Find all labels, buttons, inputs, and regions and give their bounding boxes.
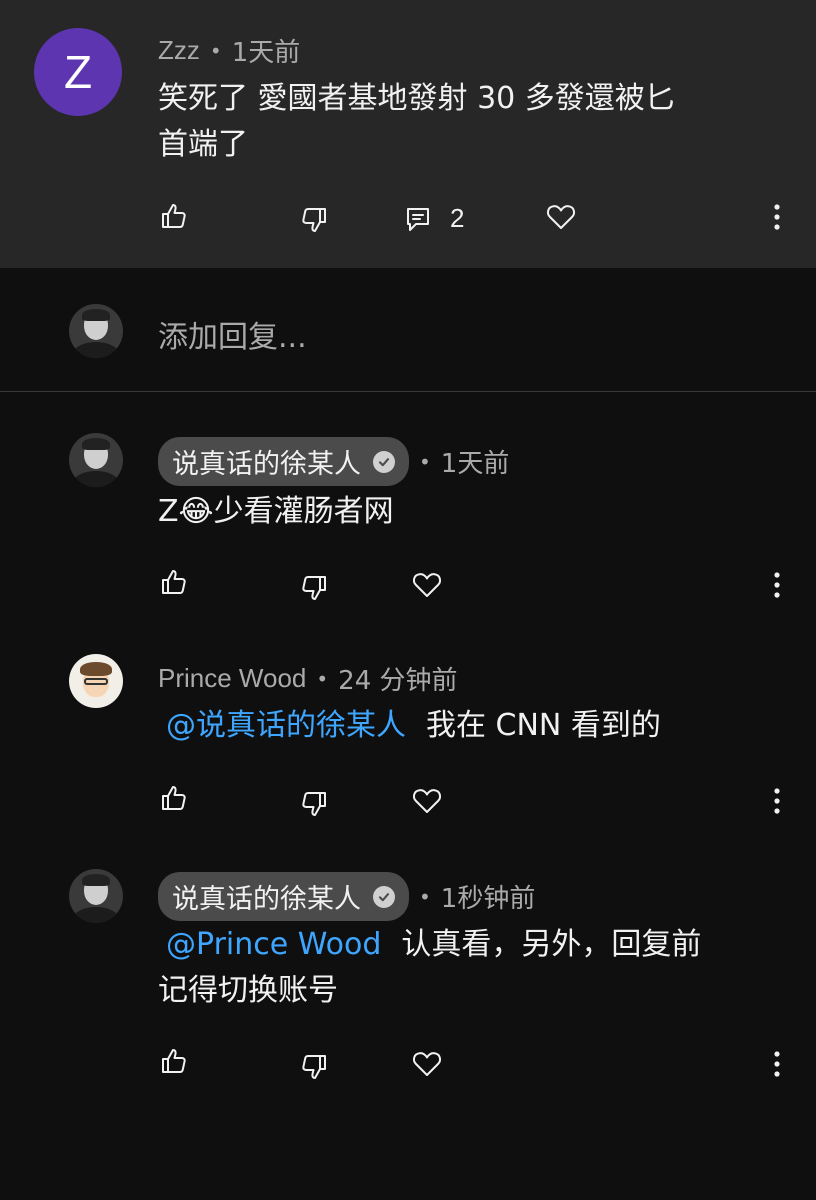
mention-link[interactable]: @说真话的徐某人 <box>166 708 406 743</box>
author-name: 说真话的徐某人 <box>172 449 361 480</box>
like-button[interactable] <box>160 1047 188 1075</box>
thumbs-up-icon <box>160 568 188 596</box>
more-options-button[interactable] <box>773 1050 781 1078</box>
thumbs-up-icon <box>160 1047 188 1075</box>
mention-link[interactable]: @Prince Wood <box>166 927 381 962</box>
comment-text-line: 记得切换账号 <box>158 973 338 1008</box>
avatar[interactable] <box>69 869 123 923</box>
meta-separator: • <box>316 666 329 691</box>
comment-text: 笑死了 愛國者基地發射 30 多發還被匕 首端了 <box>158 76 675 168</box>
more-vert-icon <box>773 787 781 815</box>
heart-button[interactable] <box>411 1048 443 1080</box>
comment-time[interactable]: 1天前 <box>232 32 301 69</box>
verified-check-icon <box>373 885 395 908</box>
more-vert-icon <box>773 1050 781 1078</box>
dislike-button[interactable] <box>300 206 328 234</box>
meta-separator: • <box>419 884 431 909</box>
more-options-button[interactable] <box>773 571 781 599</box>
comment-time[interactable]: 24 分钟前 <box>338 660 457 697</box>
heart-button[interactable] <box>545 201 577 233</box>
avatar <box>69 304 123 358</box>
thumbs-down-icon <box>300 790 328 818</box>
thumbs-down-icon <box>300 574 328 602</box>
author-name[interactable]: Zzz <box>158 35 200 66</box>
heart-icon <box>411 1048 443 1080</box>
more-vert-icon <box>773 571 781 599</box>
comment-time[interactable]: 1秒钟前 <box>441 878 536 915</box>
avatar[interactable]: Z <box>34 28 122 116</box>
reply-count: 2 <box>450 203 465 233</box>
comment-text-line: @Prince Wood 认真看，另外，回复前 <box>158 922 701 968</box>
author-name[interactable]: Prince Wood <box>158 663 306 694</box>
add-reply-row[interactable] <box>0 268 816 392</box>
comment-text: @说真话的徐某人 我在 CNN 看到的 <box>166 703 661 749</box>
comment-body: 我在 CNN 看到的 <box>426 708 661 743</box>
comment-meta: Zzz • 1天前 <box>158 32 300 69</box>
heart-icon <box>545 201 577 233</box>
comment-text: @Prince Wood 认真看，另外，回复前 记得切换账号 <box>158 922 701 1014</box>
heart-icon <box>411 785 443 817</box>
like-button[interactable] <box>160 202 188 230</box>
thumbs-down-icon <box>300 206 328 234</box>
avatar[interactable] <box>69 433 123 487</box>
avatar[interactable] <box>69 654 123 708</box>
dislike-button[interactable] <box>300 1053 328 1081</box>
heart-button[interactable] <box>411 785 443 817</box>
dislike-button[interactable] <box>300 790 328 818</box>
meta-separator: • <box>419 449 431 474</box>
comment-meta: 说真话的徐某人 • 1秒钟前 <box>158 872 535 921</box>
like-button[interactable] <box>160 784 188 812</box>
thumbs-up-icon <box>160 202 188 230</box>
reply-button[interactable]: 2 <box>404 203 464 234</box>
parent-comment: Z Zzz • 1天前 笑死了 愛國者基地發射 30 多發還被匕 首端了 2 <box>0 0 816 268</box>
comment-body: 认真看，另外，回复前 <box>401 927 702 962</box>
heart-button[interactable] <box>411 569 443 601</box>
comment-text-line: 笑死了 愛國者基地發射 30 多發還被匕 <box>158 81 675 116</box>
comment-meta: 说真话的徐某人 • 1天前 <box>158 437 509 486</box>
more-options-button[interactable] <box>773 203 781 231</box>
comment-text-line: 首端了 <box>158 127 248 162</box>
verified-check-icon <box>373 450 395 473</box>
reply-icon <box>404 205 432 233</box>
comment-text: Z😂少看灌肠者网 <box>158 494 394 529</box>
comment-meta: Prince Wood • 24 分钟前 <box>158 660 458 697</box>
dislike-button[interactable] <box>300 574 328 602</box>
add-reply-input[interactable]: 添加回复... <box>158 312 307 356</box>
thumbs-down-icon <box>300 1053 328 1081</box>
author-name: 说真话的徐某人 <box>172 884 361 915</box>
comment-time[interactable]: 1天前 <box>441 443 510 480</box>
more-vert-icon <box>773 203 781 231</box>
more-options-button[interactable] <box>773 787 781 815</box>
author-chip[interactable]: 说真话的徐某人 <box>158 437 409 486</box>
meta-separator: • <box>209 38 222 63</box>
like-button[interactable] <box>160 568 188 596</box>
author-chip[interactable]: 说真话的徐某人 <box>158 872 409 921</box>
heart-icon <box>411 569 443 601</box>
thumbs-up-icon <box>160 784 188 812</box>
